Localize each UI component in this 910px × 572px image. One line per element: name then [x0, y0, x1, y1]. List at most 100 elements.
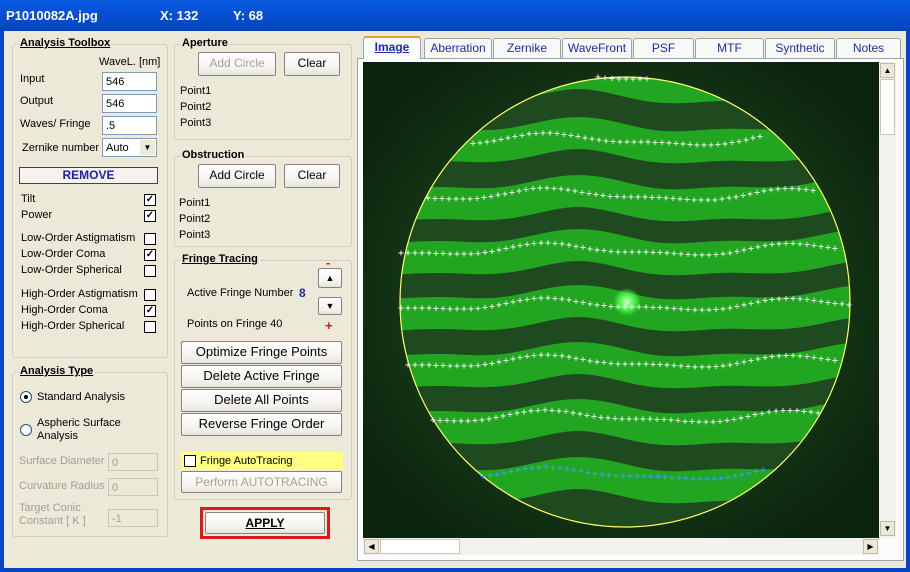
standard-analysis-radio[interactable] [20, 391, 32, 403]
output-label: Output [20, 95, 54, 107]
output-wavelength-field[interactable]: 546 [102, 94, 157, 113]
obstruction-clear-button[interactable]: Clear [284, 164, 340, 188]
trace-point-marker: + [433, 248, 439, 259]
trace-point-marker: + [603, 136, 609, 147]
term-checkbox[interactable] [144, 289, 156, 301]
scroll-down-button[interactable]: ▼ [880, 521, 895, 536]
trace-point-marker: + [605, 413, 611, 424]
trace-point-marker: + [507, 410, 513, 421]
trace-point-marker: + [726, 193, 732, 204]
trace-point-marker: + [797, 239, 803, 250]
trace-point-marker: + [762, 241, 768, 252]
trace-point-marker: + [516, 186, 522, 197]
trace-point-marker: + [783, 239, 789, 250]
trace-point-marker: + [741, 300, 747, 311]
trace-point-marker: + [801, 406, 807, 417]
trace-point-marker: + [657, 360, 663, 371]
standard-analysis-label: Standard Analysis [37, 391, 126, 403]
term-checkbox[interactable]: ✓ [144, 305, 156, 317]
fringe-down-button[interactable]: ▼ [318, 297, 342, 315]
aperture-add-circle-button[interactable]: Add Circle [198, 52, 276, 76]
scroll-up-button[interactable]: ▲ [880, 63, 895, 78]
tab-wavefront[interactable]: WaveFront [562, 38, 632, 58]
autotracing-checkbox[interactable] [184, 455, 196, 467]
horizontal-scrollbar[interactable]: ◀ ▶ [363, 538, 879, 555]
tab-zernike[interactable]: Zernike [493, 38, 561, 58]
trace-point-marker: + [598, 412, 604, 423]
trace-point-marker: + [761, 186, 767, 197]
trace-point-marker: + [440, 249, 446, 260]
curvature-radius-field[interactable]: 0 [108, 478, 158, 496]
trace-point-marker: + [514, 408, 520, 419]
trace-point-marker: + [698, 195, 704, 206]
trace-point-marker: + [753, 467, 759, 478]
scroll-left-button[interactable]: ◀ [364, 539, 379, 554]
trace-point-marker: + [419, 248, 425, 259]
interferogram-viewport[interactable]: + + + + + + + + + + + + + + + + + + + + + + + + + + + + + + + + + + + + + + + +… [363, 62, 879, 538]
trace-point-marker: + [647, 414, 653, 425]
trace-point-marker: + [662, 472, 668, 483]
remove-button[interactable]: REMOVE [19, 167, 158, 184]
waves-fringe-field[interactable]: .5 [102, 116, 157, 135]
surface-diameter-field[interactable]: 0 [108, 453, 158, 471]
tab-synthetic[interactable]: Synthetic [765, 38, 835, 58]
trace-point-marker: + [739, 470, 745, 481]
target-conic-field[interactable]: -1 [108, 509, 158, 527]
apply-button[interactable]: APPLY [205, 512, 325, 534]
trace-point-marker: + [594, 357, 600, 368]
term-checkbox[interactable]: ✓ [144, 249, 156, 261]
aperture-point1: Point1 [180, 85, 212, 97]
trace-point-marker: + [787, 406, 793, 417]
trace-point-marker: + [629, 359, 635, 370]
trace-point-marker: + [439, 194, 445, 205]
trace-point-marker: + [754, 187, 760, 198]
trace-point-marker: + [545, 293, 551, 304]
trace-point-marker: + [727, 248, 733, 259]
scroll-right-button[interactable]: ▶ [863, 539, 878, 554]
trace-point-marker: + [535, 405, 541, 416]
aspheric-analysis-radio[interactable] [20, 424, 32, 436]
tab-image[interactable]: Image [363, 36, 421, 59]
perform-autotracing-button[interactable]: Perform AUTOTRACING [181, 471, 342, 493]
zernike-number-select[interactable]: Auto ▼ [102, 138, 157, 157]
term-checkbox[interactable] [144, 233, 156, 245]
trace-point-marker: + [692, 362, 698, 373]
term-checkbox[interactable] [144, 265, 156, 277]
tab-aberration[interactable]: Aberration [424, 38, 492, 58]
tab-notes[interactable]: Notes [836, 38, 901, 58]
term-label: High-Order Astigmatism [21, 288, 138, 300]
active-fringe-number: 8 [299, 286, 306, 300]
trace-point-marker: + [566, 352, 572, 363]
delete-active-fringe-button[interactable]: Delete Active Fringe [181, 365, 342, 388]
trace-point-marker: + [602, 73, 608, 84]
term-checkbox[interactable]: ✓ [144, 194, 156, 206]
vertical-scrollbar[interactable]: ▲ ▼ [879, 62, 896, 538]
reverse-fringe-order-button[interactable]: Reverse Fringe Order [181, 413, 342, 436]
tab-psf[interactable]: PSF [633, 38, 694, 58]
trace-point-marker: + [650, 302, 656, 313]
trace-point-marker: + [405, 360, 411, 371]
chevron-down-icon[interactable]: ▼ [140, 140, 155, 155]
trace-point-marker: + [458, 416, 464, 427]
interferogram-image[interactable]: + + + + + + + + + + + + + + + + + + + + + + + + + + + + + + + + + + + + + + + +… [363, 62, 879, 538]
term-checkbox[interactable] [144, 321, 156, 333]
delete-all-points-button[interactable]: Delete All Points [181, 389, 342, 412]
obstruction-add-circle-button[interactable]: Add Circle [198, 164, 276, 188]
trace-point-marker: + [447, 304, 453, 315]
term-checkbox[interactable]: ✓ [144, 210, 156, 222]
input-wavelength-field[interactable]: 546 [102, 72, 157, 91]
horizontal-scroll-thumb[interactable] [380, 539, 460, 554]
trace-point-marker: + [690, 474, 696, 485]
vertical-scroll-thumb[interactable] [880, 79, 895, 135]
tab-mtf[interactable]: MTF [695, 38, 764, 58]
trace-point-marker: + [804, 240, 810, 251]
term-label: Low-Order Astigmatism [21, 232, 136, 244]
trace-point-marker: + [818, 242, 824, 253]
aperture-clear-button[interactable]: Clear [284, 52, 340, 76]
trace-point-marker: + [811, 296, 817, 307]
trace-point-marker: + [533, 129, 539, 140]
optimize-fringe-points-button[interactable]: Optimize Fringe Points [181, 341, 342, 364]
trace-point-marker: + [426, 360, 432, 371]
trace-point-marker: + [440, 361, 446, 372]
fringe-up-button[interactable]: ▲ [318, 268, 342, 288]
